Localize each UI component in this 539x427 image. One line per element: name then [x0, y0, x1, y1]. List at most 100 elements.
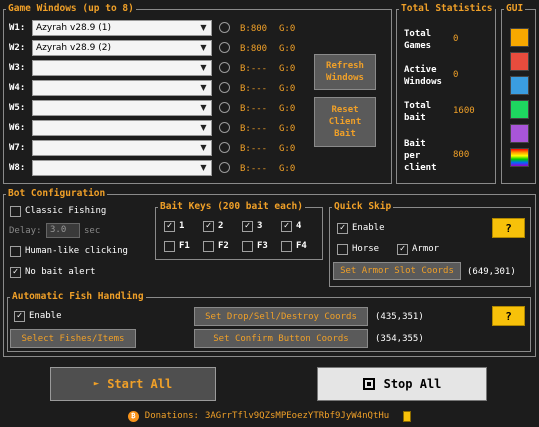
stop-all-button[interactable]: Stop All [317, 367, 487, 401]
window-select[interactable]: Azyrah v28.9 (2) ▼ [32, 40, 212, 56]
window-slot-label: W4: [9, 83, 26, 93]
window-select[interactable]: ▼ [32, 60, 212, 76]
chevron-down-icon: ▼ [200, 143, 207, 152]
window-slot-label: W8: [9, 163, 26, 173]
window-bait-value: B:800 [240, 44, 268, 54]
window-radio[interactable] [219, 42, 230, 53]
theme-red-swatch[interactable] [510, 52, 529, 71]
armor-coords-value: (649,301) [467, 267, 516, 277]
window-gold-value: G:0 [279, 44, 296, 54]
window-select[interactable]: ▼ [32, 120, 212, 136]
window-bait-value: B:--- [240, 84, 268, 94]
window-gold-value: G:0 [279, 64, 296, 74]
auto-fish-title: Automatic Fish Handling [12, 291, 144, 302]
window-radio[interactable] [219, 142, 230, 153]
chevron-down-icon: ▼ [200, 83, 207, 92]
armor-label: Armor [412, 244, 440, 254]
theme-rainbow-swatch[interactable] [510, 148, 529, 167]
window-gold-value: G:0 [279, 124, 296, 134]
window-bait-value: B:800 [240, 24, 268, 34]
auto-fish-enable-label: Enable [29, 311, 62, 321]
window-radio[interactable] [219, 162, 230, 173]
theme-green-swatch[interactable] [510, 100, 529, 119]
window-radio[interactable] [219, 22, 230, 33]
theme-blue-swatch[interactable] [510, 76, 529, 95]
humanlike-clicking-checkbox[interactable] [10, 246, 21, 257]
window-gold-value: G:0 [279, 84, 296, 94]
chevron-down-icon: ▼ [200, 23, 207, 32]
bait-per-client-label: Bait per client [404, 139, 437, 173]
window-radio[interactable] [219, 122, 230, 133]
reset-client-bait-button[interactable]: Reset Client Bait [314, 97, 376, 147]
bait-key-label: F1 [179, 241, 190, 251]
window-slot-label: W7: [9, 143, 26, 153]
chevron-down-icon: ▼ [200, 163, 207, 172]
window-slot-label: W3: [9, 63, 26, 73]
window-bait-value: B:--- [240, 164, 268, 174]
footer-bar: ₿ Donations: 3AGrrTflv9QZsMPEoezYTRbf9Jy… [0, 405, 539, 427]
window-select[interactable]: ▼ [32, 80, 212, 96]
window-radio[interactable] [219, 102, 230, 113]
window-gold-value: G:0 [279, 24, 296, 34]
chevron-down-icon: ▼ [200, 43, 207, 52]
window-bait-value: B:--- [240, 64, 268, 74]
refresh-windows-button[interactable]: Refresh Windows [314, 54, 376, 90]
bait-key-checkbox[interactable]: ✓ [164, 221, 175, 232]
classic-fishing-checkbox[interactable] [10, 206, 21, 217]
copy-icon[interactable] [403, 410, 412, 422]
horse-checkbox[interactable] [337, 244, 348, 255]
chevron-down-icon: ▼ [200, 63, 207, 72]
theme-purple-swatch[interactable] [510, 124, 529, 143]
bait-key-checkbox[interactable]: ✓ [281, 221, 292, 232]
delay-unit: sec [84, 226, 101, 236]
chevron-down-icon: ▼ [200, 123, 207, 132]
drop-coords-value: (435,351) [375, 312, 424, 322]
bot-configuration-title: Bot Configuration [8, 188, 106, 199]
total-games-label: Total Games [404, 29, 432, 51]
delay-label: Delay: [9, 226, 42, 236]
bait-key-checkbox[interactable] [281, 241, 292, 252]
window-bait-value: B:--- [240, 144, 268, 154]
theme-orange-swatch[interactable] [510, 28, 529, 47]
start-all-button[interactable]: ► Start All [50, 367, 216, 401]
confirm-coords-value: (354,355) [375, 334, 424, 344]
window-slot-label: W5: [9, 103, 26, 113]
window-radio[interactable] [219, 82, 230, 93]
bait-key-checkbox[interactable]: ✓ [242, 221, 253, 232]
quick-skip-title: Quick Skip [334, 201, 392, 212]
window-radio[interactable] [219, 62, 230, 73]
window-select[interactable]: ▼ [32, 100, 212, 116]
total-bait-label: Total bait [404, 101, 432, 123]
window-select-value: Azyrah v28.9 (1) [36, 23, 111, 33]
donation-address[interactable]: 3AGrrTflv9QZsMPEoezYTRbf9JyW4nQtHu [205, 411, 389, 421]
auto-fish-help-button[interactable]: ? [492, 306, 525, 326]
bait-key-label: 1 [179, 221, 185, 231]
chevron-down-icon: ▼ [200, 103, 207, 112]
select-fishes-items-button[interactable]: Select Fishes/Items [10, 329, 136, 348]
delay-input[interactable]: 3.0 [46, 223, 80, 238]
total-games-value: 0 [453, 34, 459, 44]
window-select[interactable]: ▼ [32, 140, 212, 156]
set-armor-slot-coords-button[interactable]: Set Armor Slot Coords [333, 262, 461, 280]
bait-keys-title: Bait Keys (200 bait each) [160, 201, 303, 212]
window-select-value: Azyrah v28.9 (2) [36, 43, 111, 53]
window-slot-label: W2: [9, 43, 26, 53]
bait-key-label: 3 [257, 221, 263, 231]
auto-fish-enable-checkbox[interactable]: ✓ [14, 311, 25, 322]
bait-key-checkbox[interactable] [242, 241, 253, 252]
window-select[interactable]: Azyrah v28.9 (1) ▼ [32, 20, 212, 36]
quick-skip-help-button[interactable]: ? [492, 218, 525, 238]
bait-key-checkbox[interactable]: ✓ [203, 221, 214, 232]
bait-key-label: F4 [296, 241, 307, 251]
set-confirm-coords-button[interactable]: Set Confirm Button Coords [194, 329, 368, 348]
set-drop-coords-button[interactable]: Set Drop/Sell/Destroy Coords [194, 307, 368, 326]
window-select[interactable]: ▼ [32, 160, 212, 176]
bait-key-label: 2 [218, 221, 224, 231]
no-bait-alert-checkbox[interactable]: ✓ [10, 267, 21, 278]
quick-skip-enable-checkbox[interactable]: ✓ [337, 223, 348, 234]
humanlike-clicking-label: Human-like clicking [25, 246, 128, 256]
bait-key-checkbox[interactable] [164, 241, 175, 252]
armor-checkbox[interactable]: ✓ [397, 244, 408, 255]
window-gold-value: G:0 [279, 164, 296, 174]
bait-key-checkbox[interactable] [203, 241, 214, 252]
